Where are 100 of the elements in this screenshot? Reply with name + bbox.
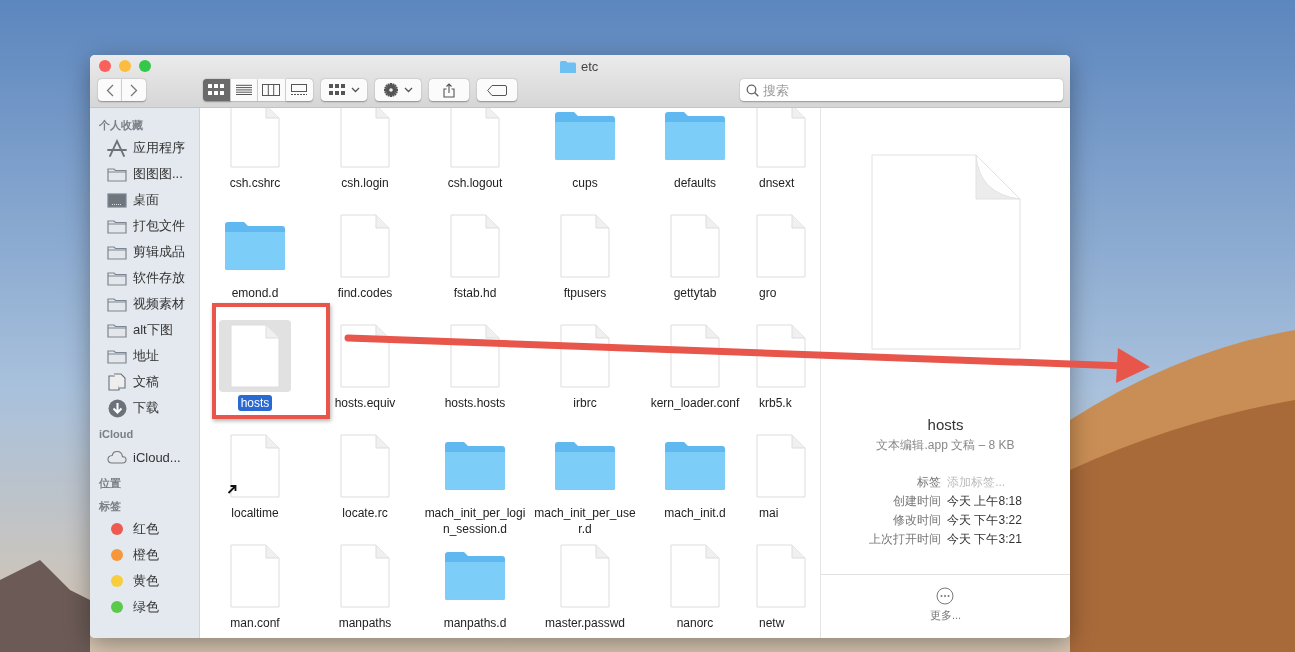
share-button[interactable] — [429, 79, 469, 101]
sidebar-item[interactable]: 绿色 — [90, 594, 199, 620]
file-name[interactable]: irbrc — [570, 395, 600, 411]
detail-label: 创建时间 — [892, 493, 942, 510]
file-name[interactable]: kern_loader.conf — [647, 395, 743, 411]
caret-icon — [403, 87, 413, 93]
detail-label: 标签 — [916, 474, 942, 491]
grid-icon — [328, 84, 345, 96]
file-name[interactable]: mach_init_per_login_session.d — [420, 505, 530, 537]
file-name[interactable]: ftpusers — [560, 285, 610, 301]
list-icon — [235, 84, 252, 96]
folder-icon — [107, 348, 127, 364]
sidebar-item[interactable]: iCloud... — [90, 444, 199, 470]
icons-view-button[interactable] — [203, 79, 231, 101]
folder-icon — [107, 244, 127, 260]
folder-icon — [107, 296, 127, 312]
sidebar-item[interactable]: 视频素材 — [90, 291, 199, 317]
chevron-left-icon — [105, 83, 114, 97]
file-name[interactable]: netw — [756, 615, 788, 631]
file-name[interactable]: krb5.k — [756, 395, 795, 411]
detail-value: 今天 下午3:21 — [947, 531, 1022, 548]
columns-icon — [262, 84, 281, 96]
file-name[interactable]: man.conf — [227, 615, 283, 631]
folder-icon — [107, 218, 127, 234]
file-name[interactable]: dnsext — [756, 175, 798, 191]
group-button[interactable] — [321, 79, 367, 101]
sidebar-item[interactable]: 剪辑成品 — [90, 239, 199, 265]
file-name[interactable]: csh.login — [338, 175, 392, 191]
sidebar-item[interactable]: 橙色 — [90, 542, 199, 568]
forward-button[interactable] — [122, 79, 146, 101]
sidebar-item[interactable]: 文稿 — [90, 369, 199, 395]
sidebar-item[interactable]: 打包文件 — [90, 213, 199, 239]
share-icon — [443, 82, 455, 98]
detail-value: 今天 下午3:22 — [947, 512, 1022, 529]
app-store-icon — [107, 139, 127, 157]
file-name[interactable]: mach_init.d — [661, 505, 729, 521]
file-name[interactable]: mach_init_per_user.d — [530, 505, 640, 537]
download-icon — [107, 398, 127, 418]
window-title: etc — [581, 59, 599, 74]
cloud-icon — [107, 450, 127, 464]
list-view-button[interactable] — [230, 79, 258, 101]
file-name[interactable]: find.codes — [334, 285, 396, 301]
alias-arrow-icon — [227, 484, 237, 494]
file-name[interactable]: locate.rc — [339, 505, 391, 521]
file-name[interactable]: hosts.hosts — [441, 395, 509, 411]
file-name[interactable]: gro — [756, 285, 780, 301]
file-kind-size: 文本编辑.app 文稿 – 8 KB — [876, 437, 1015, 454]
documents-icon — [108, 372, 126, 392]
more-button[interactable]: 更多... — [929, 587, 962, 623]
sidebar-item[interactable]: 下载 — [90, 395, 199, 421]
file-name[interactable]: emond.d — [228, 285, 282, 301]
sidebar-item[interactable]: 桌面 — [90, 187, 199, 213]
chevron-right-icon — [130, 83, 138, 97]
search-field[interactable]: 搜索 — [740, 79, 1063, 101]
file-name[interactable]: nanorc — [673, 615, 717, 631]
sidebar-item[interactable]: 应用程序 — [90, 135, 199, 161]
sidebar-item[interactable]: 软件存放 — [90, 265, 199, 291]
gear-icon — [383, 83, 398, 97]
action-button[interactable] — [375, 79, 421, 101]
folder-icon — [107, 166, 127, 182]
folder-icon — [107, 322, 127, 338]
columns-view-button[interactable] — [258, 79, 286, 101]
sidebar-item[interactable]: 红色 — [90, 516, 199, 542]
preview-file-name: hosts — [927, 416, 964, 433]
detail-label: 修改时间 — [892, 512, 942, 529]
sidebar-item[interactable]: 地址 — [90, 343, 199, 369]
file-name[interactable]: defaults — [671, 175, 719, 191]
file-name[interactable]: cups — [569, 175, 601, 191]
file-name[interactable]: csh.logout — [444, 175, 506, 191]
sidebar-heading: 标签 — [98, 499, 122, 514]
gallery-icon — [290, 84, 309, 96]
desktop-icon — [107, 192, 127, 208]
gallery-view-button[interactable] — [285, 79, 313, 101]
file-name[interactable]: fstab.hd — [450, 285, 500, 301]
file-name[interactable]: localtime — [228, 505, 282, 521]
file-name[interactable]: gettytab — [670, 285, 720, 301]
sidebar-heading: 位置 — [98, 476, 122, 491]
file-name[interactable]: mai — [756, 505, 782, 521]
detail-value: 今天 上午8:18 — [947, 493, 1022, 510]
file-name[interactable]: manpaths.d — [440, 615, 510, 631]
file-name[interactable]: csh.cshrc — [226, 175, 284, 191]
grid-icon — [208, 84, 225, 96]
file-name[interactable]: master.passwd — [541, 615, 628, 631]
search-icon — [746, 84, 759, 97]
folder-icon — [107, 270, 127, 286]
more-icon — [936, 587, 955, 605]
sidebar-item[interactable]: 黄色 — [90, 568, 199, 594]
detail-label: 上次打开时间 — [869, 531, 942, 548]
sidebar-heading: 个人收藏 — [98, 118, 144, 133]
file-name[interactable]: hosts — [237, 395, 273, 411]
file-name[interactable]: hosts.equiv — [331, 395, 399, 411]
sidebar-item[interactable]: alt下图 — [90, 317, 199, 343]
back-button[interactable] — [98, 79, 122, 101]
document-icon — [870, 154, 1021, 350]
sidebar-item[interactable]: 图图图... — [90, 161, 199, 187]
tag-button[interactable] — [477, 79, 517, 101]
folder-icon — [560, 60, 576, 73]
file-name[interactable]: manpaths — [335, 615, 395, 631]
tag-icon — [487, 84, 507, 96]
caret-icon — [350, 87, 360, 93]
